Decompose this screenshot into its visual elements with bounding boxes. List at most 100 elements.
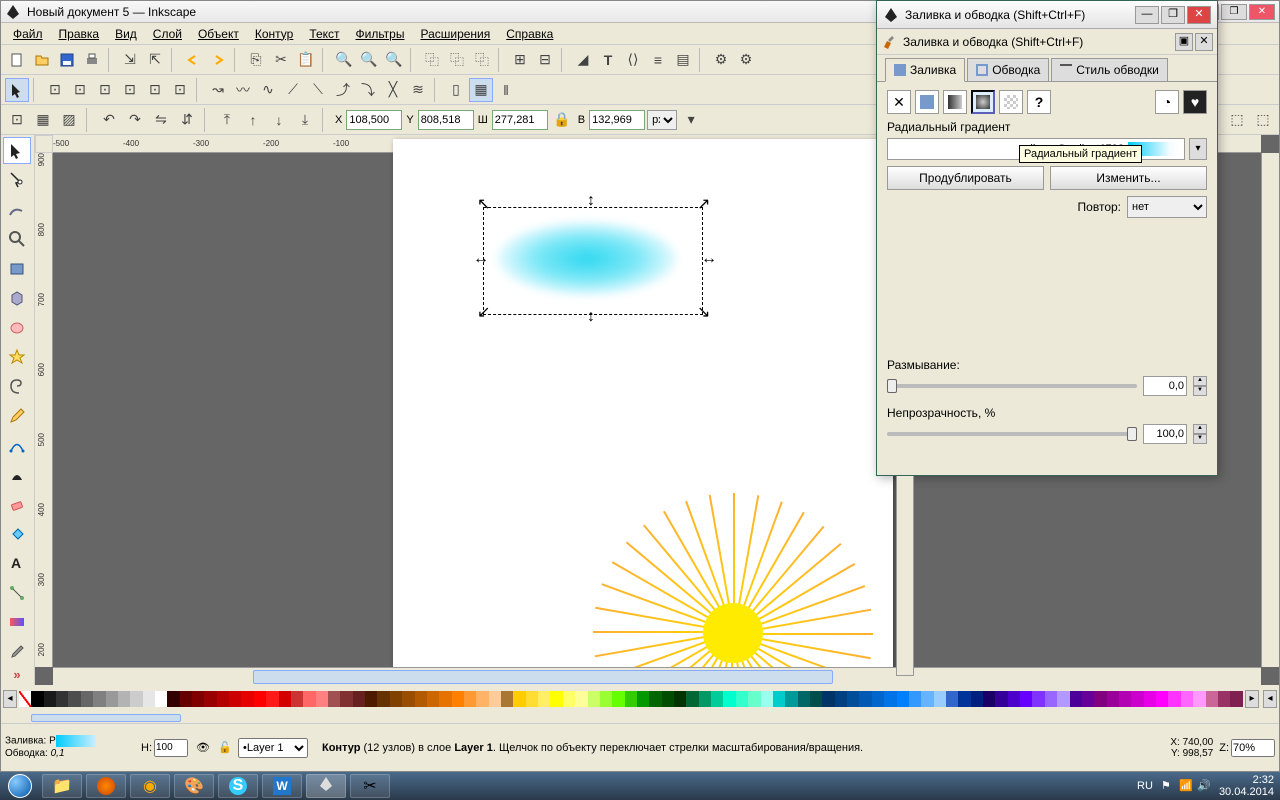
- pencil-tool[interactable]: [3, 402, 31, 429]
- task-firefox[interactable]: [86, 774, 126, 798]
- layer-lock-icon[interactable]: 🔓: [216, 739, 234, 757]
- zoom-fit-button[interactable]: 🔍: [332, 48, 356, 72]
- fill-preview[interactable]: [56, 735, 96, 747]
- raise-button[interactable]: ↑: [241, 108, 265, 132]
- copy-button[interactable]: ⎘: [244, 48, 268, 72]
- save-button[interactable]: [55, 48, 79, 72]
- snap-6[interactable]: ⊡: [168, 78, 192, 102]
- dropper-tool[interactable]: [3, 638, 31, 665]
- color-swatch[interactable]: [798, 691, 810, 707]
- node-tool[interactable]: [3, 166, 31, 193]
- color-swatch[interactable]: [575, 691, 587, 707]
- select-opts-icon[interactable]: [5, 78, 29, 102]
- color-swatch[interactable]: [1045, 691, 1057, 707]
- color-swatch[interactable]: [1206, 691, 1218, 707]
- lang-indicator[interactable]: RU: [1137, 780, 1153, 792]
- open-button[interactable]: [30, 48, 54, 72]
- opacity-value[interactable]: [1143, 424, 1187, 444]
- scrollbar-horizontal[interactable]: [53, 667, 1261, 685]
- edit-gradient-button[interactable]: Изменить...: [1050, 166, 1207, 190]
- color-swatch[interactable]: [588, 691, 600, 707]
- cut-button[interactable]: ✂: [269, 48, 293, 72]
- ungroup-button[interactable]: ⊟: [533, 48, 557, 72]
- color-swatch[interactable]: [365, 691, 377, 707]
- layer-select[interactable]: •Layer 1: [238, 738, 308, 758]
- stroke-preview[interactable]: 0,1: [51, 748, 65, 760]
- zoom-drawing-button[interactable]: 🔍: [357, 48, 381, 72]
- color-swatch[interactable]: [402, 691, 414, 707]
- align-button[interactable]: ≡: [646, 48, 670, 72]
- color-swatch[interactable]: [476, 691, 488, 707]
- rect-tool[interactable]: [3, 255, 31, 282]
- color-swatch[interactable]: [884, 691, 896, 707]
- color-swatch[interactable]: [415, 691, 427, 707]
- color-swatch[interactable]: [93, 691, 105, 707]
- color-swatch[interactable]: [31, 691, 43, 707]
- color-swatch[interactable]: [761, 691, 773, 707]
- dialog-resize-edge[interactable]: [896, 476, 914, 676]
- eraser-tool[interactable]: [3, 491, 31, 518]
- handle-w[interactable]: ↔: [473, 255, 485, 267]
- tray-volume-icon[interactable]: 🔊: [1197, 779, 1211, 793]
- color-swatch[interactable]: [427, 691, 439, 707]
- dialog-minimize[interactable]: —: [1135, 6, 1159, 24]
- y-input[interactable]: [418, 110, 474, 130]
- color-swatch[interactable]: [538, 691, 550, 707]
- color-swatch[interactable]: [229, 691, 241, 707]
- color-swatch[interactable]: [983, 691, 995, 707]
- color-swatch[interactable]: [266, 691, 278, 707]
- raise-top-button[interactable]: ⤒: [215, 108, 239, 132]
- snap-1[interactable]: ⊡: [43, 78, 67, 102]
- color-swatch[interactable]: [550, 691, 562, 707]
- opacity-slider[interactable]: [887, 432, 1137, 436]
- clone-button[interactable]: ⿻: [445, 48, 469, 72]
- opacity-spinner[interactable]: ▲▼: [1193, 424, 1207, 444]
- color-swatch[interactable]: [699, 691, 711, 707]
- color-swatch[interactable]: [1230, 691, 1242, 707]
- menu-edit[interactable]: Правка: [51, 25, 108, 43]
- doc-prefs-button[interactable]: ⚙: [734, 48, 758, 72]
- dialog-close[interactable]: ✕: [1187, 6, 1211, 24]
- color-swatch[interactable]: [1193, 691, 1205, 707]
- path-tool-5[interactable]: ⟍: [306, 78, 330, 102]
- connector-tool[interactable]: [3, 579, 31, 606]
- x-input[interactable]: [346, 110, 402, 130]
- color-swatch[interactable]: [439, 691, 451, 707]
- color-swatch[interactable]: [204, 691, 216, 707]
- palette-menu[interactable]: ◂: [1263, 690, 1277, 708]
- color-swatch[interactable]: [1094, 691, 1106, 707]
- color-swatch[interactable]: [909, 691, 921, 707]
- tweak-tool[interactable]: [3, 196, 31, 223]
- color-swatch[interactable]: [279, 691, 291, 707]
- color-swatch[interactable]: [1168, 691, 1180, 707]
- scrollbar-vertical[interactable]: [1261, 153, 1279, 667]
- color-swatch[interactable]: [68, 691, 80, 707]
- color-swatch[interactable]: [1057, 691, 1069, 707]
- text-button[interactable]: T: [596, 48, 620, 72]
- color-swatch[interactable]: [328, 691, 340, 707]
- paint-flat[interactable]: [915, 90, 939, 114]
- snap-3[interactable]: ⊡: [93, 78, 117, 102]
- import-button[interactable]: ⇲: [118, 48, 142, 72]
- h-input[interactable]: [589, 110, 645, 130]
- blur-value[interactable]: [1143, 376, 1187, 396]
- color-swatch[interactable]: [897, 691, 909, 707]
- task-snip[interactable]: ✂: [350, 774, 390, 798]
- repeat-select[interactable]: нет: [1127, 196, 1207, 218]
- display-guides[interactable]: ‖: [494, 78, 518, 102]
- undo-button[interactable]: [181, 48, 205, 72]
- zoom-tool[interactable]: [3, 225, 31, 252]
- color-swatch[interactable]: [377, 691, 389, 707]
- task-word[interactable]: W: [262, 774, 302, 798]
- flip-h-button[interactable]: ⇋: [149, 108, 173, 132]
- color-swatch[interactable]: [303, 691, 315, 707]
- duplicate-gradient-button[interactable]: Продублировать: [887, 166, 1044, 190]
- path-tool-4[interactable]: ⟋: [281, 78, 305, 102]
- handle-sw[interactable]: ↙: [477, 309, 489, 321]
- color-swatch[interactable]: [1119, 691, 1131, 707]
- color-swatch[interactable]: [143, 691, 155, 707]
- color-swatch[interactable]: [501, 691, 513, 707]
- color-swatch[interactable]: [649, 691, 661, 707]
- unlink-clone-button[interactable]: ⿻: [470, 48, 494, 72]
- select-all-button[interactable]: ⊡: [5, 108, 29, 132]
